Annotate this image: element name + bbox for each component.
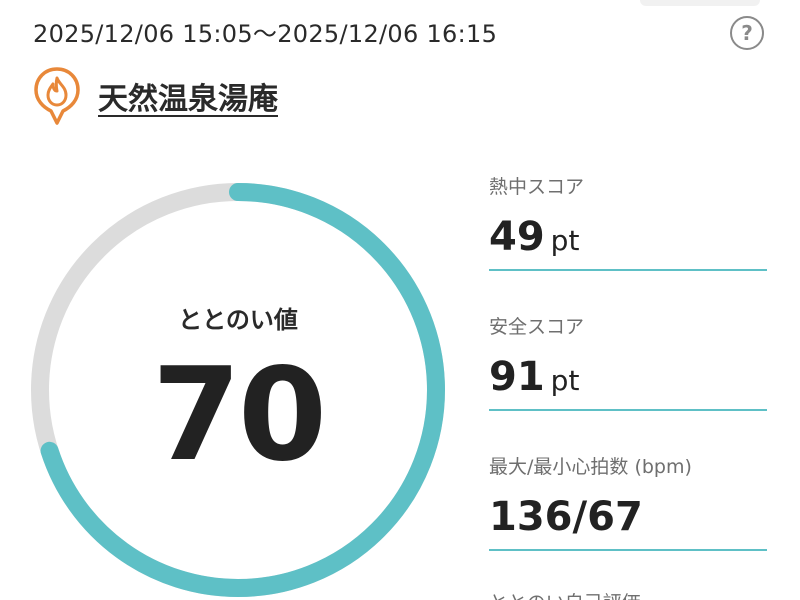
self-evaluation-label-partial: ととのい自己評価 <box>489 588 641 600</box>
top-edge-decoration <box>640 0 760 6</box>
metric-value: 91 pt <box>489 355 767 409</box>
session-result-screen: 2025/12/06 15:05～2025/12/06 16:15 ? 天然温泉… <box>0 0 800 600</box>
metric-value: 136/67 <box>489 495 767 549</box>
metric-safety-score: 安全スコア 91 pt <box>489 312 767 411</box>
metric-heat-score: 熱中スコア 49 pt <box>489 172 767 271</box>
totonoi-label: ととのい値 <box>178 306 298 334</box>
metric-label: 安全スコア <box>489 316 585 338</box>
question-circle-icon[interactable]: ? <box>730 16 764 50</box>
metric-label: 熱中スコア <box>489 176 585 198</box>
metric-number: 91 <box>489 354 545 400</box>
metric-label: 最大/最小心拍数 (bpm) <box>489 456 692 478</box>
metric-unit: pt <box>550 364 580 397</box>
flame-pin-icon <box>34 67 80 125</box>
metric-heart-rate: 最大/最小心拍数 (bpm) 136/67 <box>489 452 767 551</box>
facility-name-link[interactable]: 天然温泉湯庵 <box>98 74 278 118</box>
session-date-range: 2025/12/06 15:05～2025/12/06 16:15 <box>33 20 498 48</box>
metric-unit: pt <box>550 224 580 257</box>
metric-value: 49 pt <box>489 215 767 269</box>
totonoi-value: 70 <box>151 341 327 490</box>
metric-number: 136/67 <box>489 494 643 540</box>
metric-number: 49 <box>489 214 545 260</box>
